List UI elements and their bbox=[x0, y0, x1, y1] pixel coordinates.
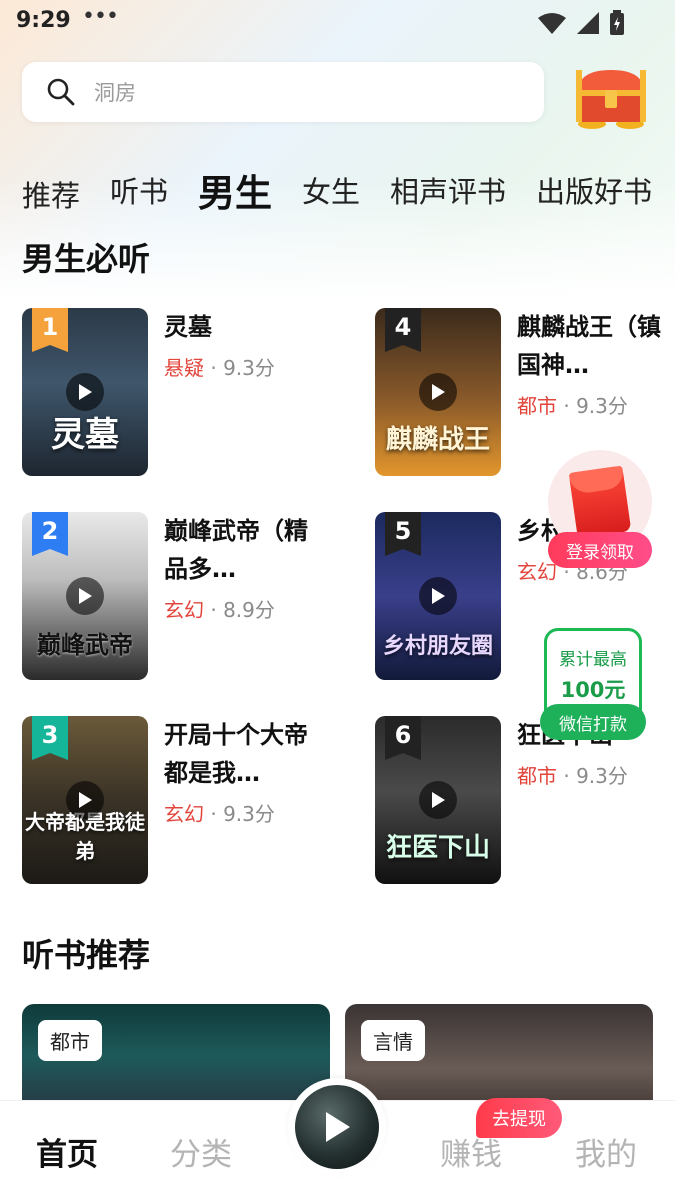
book-cover: 大帝都是我徒弟 3 bbox=[22, 716, 148, 884]
rank-badge: 6 bbox=[385, 716, 421, 760]
cover-title: 麒麟战王 bbox=[385, 425, 490, 455]
book-item[interactable]: 大帝都是我徒弟 3 开局十个大帝都是我… 玄幻 · 9.3分 bbox=[22, 716, 322, 884]
play-icon[interactable] bbox=[419, 577, 457, 615]
book-score: · 9.3分 bbox=[204, 802, 275, 826]
book-genre: 都市 bbox=[517, 394, 557, 418]
book-genre: 玄幻 bbox=[164, 802, 204, 826]
book-item[interactable]: 狂医下山 6 狂医下山 都市 · 9.3分 bbox=[375, 716, 675, 884]
rank-badge: 3 bbox=[32, 716, 68, 760]
genre-tag: 都市 bbox=[38, 1020, 102, 1061]
book-score: · 9.3分 bbox=[557, 764, 628, 788]
signal-icon bbox=[577, 12, 599, 34]
rank-badge: 1 bbox=[32, 308, 68, 352]
tab-crosstalk[interactable]: 相声评书 bbox=[390, 169, 506, 211]
book-item[interactable]: 灵墓 1 灵墓 悬疑 · 9.3分 bbox=[22, 308, 322, 476]
cover-title: 巅峰武帝 bbox=[37, 630, 133, 659]
book-score: · 9.3分 bbox=[557, 394, 628, 418]
rank-badge: 4 bbox=[385, 308, 421, 352]
tab-recommend[interactable]: 推荐 bbox=[22, 173, 80, 215]
search-input[interactable]: 洞房 bbox=[22, 62, 544, 122]
battery-icon bbox=[610, 10, 624, 35]
play-icon[interactable] bbox=[66, 373, 104, 411]
login-claim-button[interactable]: 登录领取 bbox=[548, 532, 652, 568]
search-icon bbox=[47, 78, 75, 106]
wechat-payout-button[interactable]: 微信打款 bbox=[540, 704, 646, 740]
tab-audiobook[interactable]: 听书 bbox=[110, 169, 168, 211]
book-score: · 9.3分 bbox=[204, 356, 275, 380]
withdraw-badge[interactable]: 去提现 bbox=[476, 1098, 562, 1138]
book-title: 巅峰武帝（精品多… bbox=[164, 517, 308, 583]
tab-male[interactable]: 男生 bbox=[198, 163, 272, 217]
section-title-recommend: 听书推荐 bbox=[22, 936, 151, 974]
play-icon bbox=[326, 1112, 350, 1142]
status-icons bbox=[537, 10, 625, 36]
book-cover: 灵墓 1 bbox=[22, 308, 148, 476]
tab-published[interactable]: 出版好书 bbox=[536, 169, 652, 211]
play-icon[interactable] bbox=[66, 577, 104, 615]
book-genre: 悬疑 bbox=[164, 356, 204, 380]
play-icon[interactable] bbox=[419, 373, 457, 411]
red-packet-widget[interactable]: 登录领取 bbox=[548, 450, 652, 570]
genre-tag: 言情 bbox=[361, 1020, 425, 1061]
book-cover: 乡村朋友圈 5 bbox=[375, 512, 501, 680]
cover-title: 乡村朋友圈 bbox=[382, 633, 493, 659]
mini-player-button[interactable] bbox=[288, 1078, 386, 1176]
rank-badge: 5 bbox=[385, 512, 421, 556]
rank-badge: 2 bbox=[32, 512, 68, 556]
book-cover: 麒麟战王 4 bbox=[375, 308, 501, 476]
book-genre: 玄幻 bbox=[164, 598, 204, 622]
status-time: 9:29 bbox=[16, 8, 71, 33]
book-genre: 都市 bbox=[517, 764, 557, 788]
book-cover: 狂医下山 6 bbox=[375, 716, 501, 884]
nav-category[interactable]: 分类 bbox=[170, 1129, 232, 1174]
book-cover: 巅峰武帝 2 bbox=[22, 512, 148, 680]
section-title-male-must-listen: 男生必听 bbox=[22, 240, 151, 278]
play-icon[interactable] bbox=[419, 781, 457, 819]
book-title: 灵墓 bbox=[164, 313, 212, 341]
nav-home[interactable]: 首页 bbox=[36, 1129, 98, 1174]
play-icon[interactable] bbox=[66, 781, 104, 819]
book-score: · 8.9分 bbox=[204, 598, 275, 622]
reward-caption: 累计最高 bbox=[559, 650, 627, 670]
cover-title: 狂医下山 bbox=[385, 833, 490, 863]
treasure-chest-icon[interactable] bbox=[570, 62, 652, 132]
reward-amount: 100元 bbox=[560, 678, 626, 702]
wifi-icon bbox=[538, 13, 566, 34]
book-item[interactable]: 巅峰武帝 2 巅峰武帝（精品多… 玄幻 · 8.9分 bbox=[22, 512, 322, 680]
album-disc bbox=[295, 1085, 379, 1169]
book-title: 麒麟战王（镇国神… bbox=[517, 313, 661, 379]
status-more-dots: ••• bbox=[82, 4, 119, 29]
cover-title: 灵墓 bbox=[51, 415, 119, 455]
search-placeholder: 洞房 bbox=[94, 81, 136, 105]
book-title: 开局十个大帝都是我… bbox=[164, 721, 308, 787]
tab-female[interactable]: 女生 bbox=[302, 169, 360, 211]
category-tabs: 推荐 听书 男生 女生 相声评书 出版好书 bbox=[22, 160, 675, 220]
nav-mine[interactable]: 我的 bbox=[575, 1129, 637, 1174]
